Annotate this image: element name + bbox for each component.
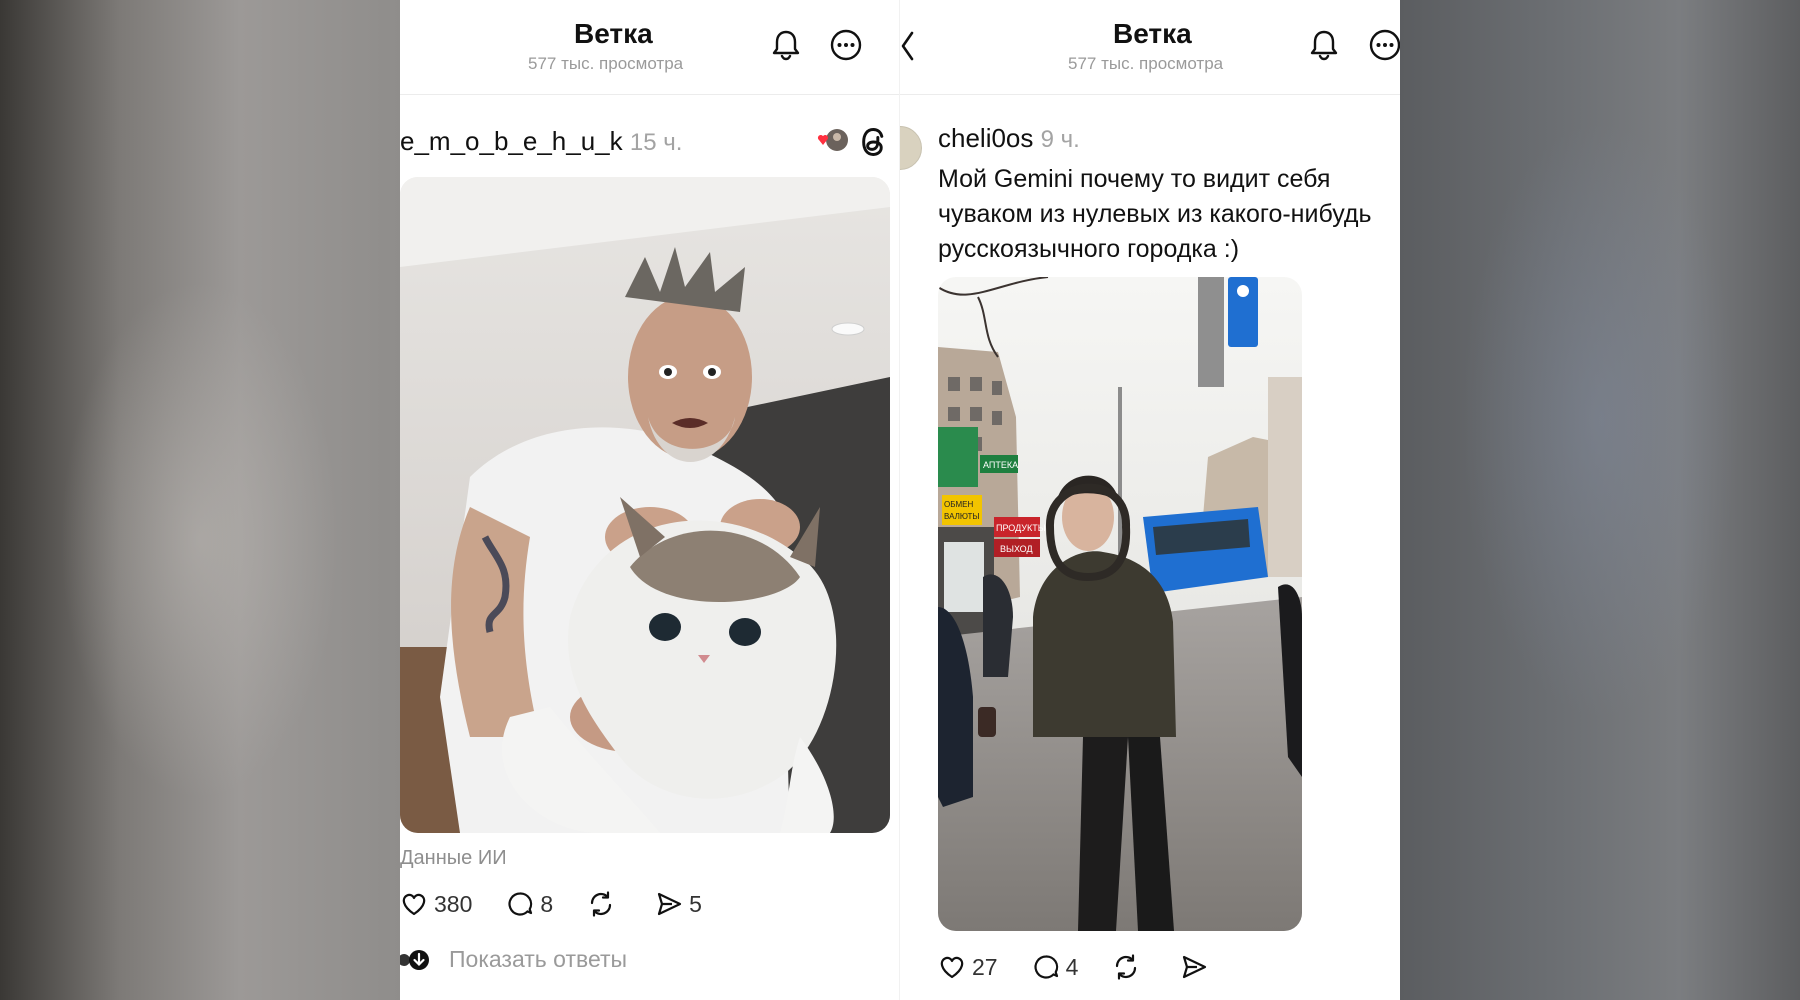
- ai-data-label[interactable]: Данные ИИ: [400, 847, 507, 870]
- bell-icon[interactable]: [1307, 28, 1341, 62]
- sign-exchange-1: ОБМЕН: [944, 500, 973, 509]
- show-replies-link[interactable]: Показать ответы: [449, 946, 627, 973]
- post-text-line: чуваком из нулевых из какого-нибудь: [938, 200, 1372, 228]
- post-time: 15 ч.: [629, 129, 683, 156]
- reply-avatars: [400, 948, 430, 972]
- share-icon: [1183, 955, 1207, 979]
- left-thread-screen: Ветка 577 тыс. просмотра e_m_o_b_e_h_u_k…: [400, 0, 900, 1000]
- username[interactable]: e_m_o_b_e_h_u_k: [400, 126, 623, 156]
- comment-icon: [508, 892, 533, 916]
- share-button[interactable]: 5: [655, 890, 702, 918]
- view-count: 577 тыс. просмотра: [528, 54, 684, 73]
- like-count: 27: [972, 953, 998, 980]
- share-icon: [658, 892, 682, 916]
- post-photo-man-with-kitten[interactable]: [400, 177, 890, 833]
- sign-exchange-2: ВАЛЮТЫ: [944, 512, 979, 521]
- threads-icon[interactable]: [858, 125, 888, 156]
- more-icon[interactable]: [1368, 28, 1400, 62]
- bell-icon[interactable]: [769, 28, 803, 62]
- repost-button[interactable]: [1112, 953, 1146, 981]
- sign-products: ПРОДУКТЫ: [996, 523, 1046, 533]
- liked-avatars[interactable]: [815, 128, 849, 154]
- sign-exit: ВЫХОД: [1000, 544, 1033, 554]
- comment-icon: [1034, 955, 1058, 979]
- comment-count: 4: [1065, 953, 1079, 980]
- like-count: 380: [434, 890, 473, 917]
- post-photo-street[interactable]: АПТЕКА ОБМЕН ВАЛЮТЫ ПРОДУКТЫ ВЫХОД: [938, 277, 1302, 931]
- post-text: Мой Gemini почему то видит себя чуваком …: [938, 162, 1372, 267]
- post-author[interactable]: cheli0os 9 ч.: [938, 123, 1080, 154]
- comment-count: 8: [540, 890, 554, 917]
- post-actions: 380 8 5: [400, 890, 736, 918]
- comment-button[interactable]: 8: [506, 890, 553, 918]
- share-count: 5: [689, 890, 702, 917]
- post-time: 9 ч.: [1040, 126, 1080, 153]
- more-icon[interactable]: [829, 28, 863, 62]
- share-button[interactable]: [1180, 953, 1214, 981]
- post-text-line: Мой Gemini почему то видит себя: [938, 165, 1331, 193]
- avatar[interactable]: [900, 126, 922, 170]
- repost-button[interactable]: [587, 890, 621, 918]
- comment-button[interactable]: 4: [1032, 953, 1079, 981]
- username[interactable]: cheli0os: [938, 123, 1033, 153]
- like-button[interactable]: 380: [400, 890, 472, 918]
- sign-pharmacy: АПТЕКА: [983, 460, 1018, 470]
- thread-title: Ветка: [1113, 18, 1192, 49]
- heart-icon: [402, 893, 426, 916]
- thread-header: Ветка 577 тыс. просмотра: [900, 0, 1400, 95]
- right-thread-screen: Ветка 577 тыс. просмотра cheli0os 9 ч. М…: [900, 0, 1400, 1000]
- blurred-background-left: [0, 0, 400, 1000]
- post-author[interactable]: e_m_o_b_e_h_u_k 15 ч.: [400, 126, 682, 157]
- view-count: 577 тыс. просмотра: [1068, 54, 1224, 73]
- like-button[interactable]: 27: [938, 953, 998, 981]
- blurred-background-right: [1400, 0, 1800, 1000]
- thread-header: Ветка 577 тыс. просмотра: [400, 0, 900, 95]
- heart-icon: [940, 956, 964, 979]
- post-text-line: русскоязычного городка :): [938, 235, 1240, 263]
- thread-title: Ветка: [574, 18, 653, 49]
- repost-icon: [1116, 954, 1137, 980]
- back-chevron-icon[interactable]: [900, 30, 914, 62]
- post-actions: 27 4: [938, 953, 1248, 981]
- repost-icon: [591, 891, 612, 917]
